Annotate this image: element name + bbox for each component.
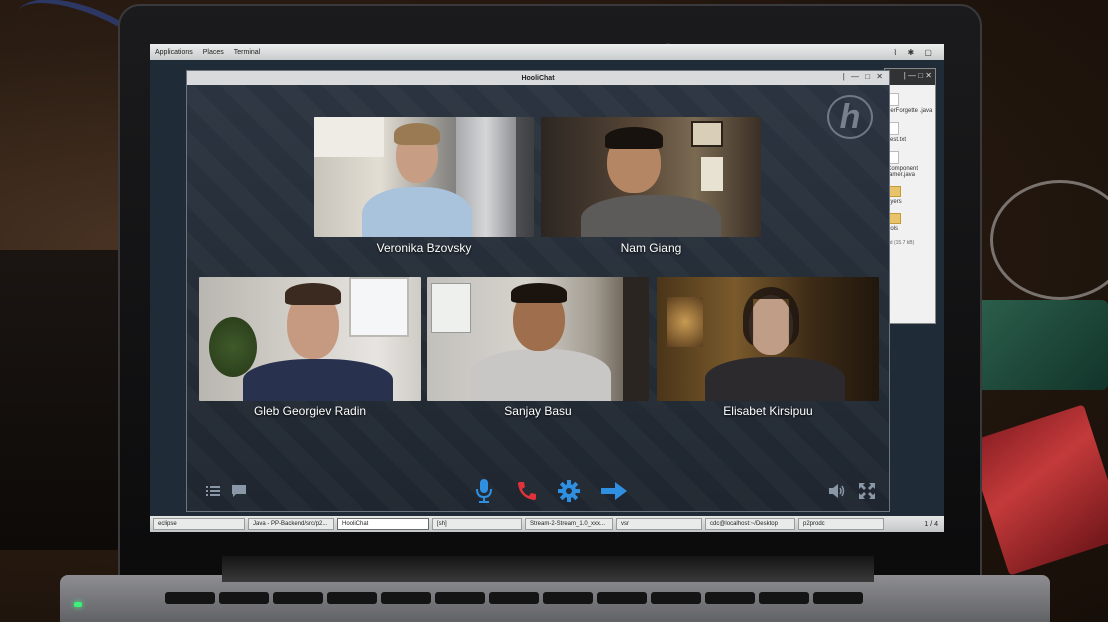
- power-led: [74, 602, 82, 607]
- key: [381, 592, 431, 604]
- taskbar-item[interactable]: vsr: [616, 518, 702, 530]
- file-item[interactable]: derForgette .java: [885, 93, 935, 114]
- file-window-controls[interactable]: | — □ ✕: [885, 69, 935, 85]
- person-body: [581, 195, 721, 237]
- file-item[interactable]: ifest.txt: [885, 122, 935, 143]
- participant-name: Nam Giang: [620, 241, 682, 255]
- hangup-button[interactable]: [513, 477, 541, 505]
- call-controls-bar: [187, 469, 891, 513]
- key: [435, 592, 485, 604]
- key: [597, 592, 647, 604]
- snack-wrapper: [966, 404, 1108, 576]
- folder-name: ools: [887, 226, 899, 232]
- laptop-hinge: [222, 556, 874, 582]
- person-body: [471, 349, 611, 401]
- folder-name: ayers: [887, 199, 902, 205]
- key: [219, 592, 269, 604]
- person-hair: [605, 127, 663, 149]
- video-tile-nam[interactable]: [541, 117, 761, 237]
- person-body: [362, 187, 472, 237]
- microphone-icon: [476, 479, 492, 503]
- keyboard: [165, 592, 945, 622]
- key: [705, 592, 755, 604]
- laptop-screen: Applications Places Terminal ⌇ ✱ ▢ | — □…: [150, 44, 944, 532]
- volume-button[interactable]: [827, 481, 847, 501]
- person-hair: [394, 123, 440, 145]
- fullscreen-button[interactable]: [857, 481, 877, 501]
- hooli-logo: h: [827, 95, 873, 139]
- shelf-light: [667, 297, 703, 347]
- folder-item[interactable]: ools: [885, 213, 935, 232]
- file-name: derForgette .java: [887, 108, 933, 114]
- participant-name: Veronika Bzovsky: [376, 241, 472, 255]
- kitchen-cabinet: [314, 117, 384, 157]
- person-head: [749, 295, 793, 355]
- video-tile-veronika[interactable]: [314, 117, 534, 237]
- person-hair: [285, 283, 341, 305]
- video-tile-elisabet[interactable]: [657, 277, 879, 401]
- taskbar-item[interactable]: eclipse: [153, 518, 245, 530]
- person-body: [243, 359, 393, 401]
- system-tray[interactable]: ⌇ ✱ ▢: [893, 48, 944, 57]
- fullscreen-icon: [859, 483, 875, 499]
- key: [273, 592, 323, 604]
- plant: [209, 317, 257, 377]
- participant-name: Gleb Georgiev Radin: [253, 404, 367, 418]
- list-button[interactable]: [203, 481, 223, 501]
- participant-name: Elisabet Kirsipuu: [723, 404, 813, 418]
- mute-button[interactable]: [471, 477, 497, 505]
- top-panel: Applications Places Terminal ⌇ ✱ ▢: [150, 44, 944, 60]
- taskbar-item[interactable]: [sh]: [432, 518, 522, 530]
- video-tile-sanjay[interactable]: [427, 277, 649, 401]
- window-controls[interactable]: | — □ ✕: [843, 72, 885, 81]
- menu-applications[interactable]: Applications: [150, 49, 198, 56]
- taskbar-item-hoolichat[interactable]: HooliChat: [337, 518, 429, 530]
- key: [813, 592, 863, 604]
- key: [327, 592, 377, 604]
- whiteboard: [431, 283, 471, 333]
- key: [759, 592, 809, 604]
- gear-icon: [558, 480, 580, 502]
- wall-paper: [701, 157, 723, 191]
- taskbar: eclipse Java - PP-Backend/src/p2... Hool…: [150, 516, 944, 532]
- chat-button[interactable]: [229, 481, 249, 501]
- file-name: Component ramer.java: [887, 166, 919, 178]
- file-item[interactable]: Component ramer.java: [885, 151, 935, 178]
- taskbar-item[interactable]: p2prodc: [798, 518, 884, 530]
- speaker-icon: [829, 484, 845, 498]
- person-hair: [511, 283, 567, 303]
- taskbar-item[interactable]: Java - PP-Backend/src/p2...: [248, 518, 334, 530]
- video-tile-gleb[interactable]: [199, 277, 421, 401]
- chat-bubble-icon: [232, 485, 246, 497]
- hoolichat-window[interactable]: HooliChat | — □ ✕ h Veronika Bzovsky Nam…: [186, 70, 890, 512]
- settings-button[interactable]: [555, 477, 583, 505]
- window: [349, 277, 409, 337]
- phone-hangup-icon: [518, 482, 536, 500]
- doorway: [623, 277, 649, 401]
- participant-name: Sanjay Basu: [504, 404, 572, 418]
- menu-places[interactable]: Places: [198, 49, 229, 56]
- folder-item[interactable]: ayers: [885, 186, 935, 205]
- green-device: [975, 300, 1108, 390]
- menu-terminal[interactable]: Terminal: [229, 49, 265, 56]
- hoolichat-titlebar[interactable]: HooliChat | — □ ✕: [187, 71, 889, 85]
- list-icon: [206, 486, 220, 496]
- arrow-right-icon: [601, 482, 627, 500]
- file-window-status: ed (15.7 kB): [887, 240, 915, 246]
- key: [165, 592, 215, 604]
- file-name: ifest.txt: [887, 137, 907, 143]
- key: [543, 592, 593, 604]
- key: [489, 592, 539, 604]
- key: [651, 592, 701, 604]
- wall-poster: [691, 121, 723, 147]
- white-cable: [990, 180, 1108, 300]
- file-manager-window[interactable]: | — □ ✕ derForgette .java ifest.txt Comp…: [884, 68, 936, 324]
- forward-button[interactable]: [599, 477, 629, 505]
- window-title: HooliChat: [521, 74, 555, 82]
- taskbar-item[interactable]: Stream-2-Stream_1.0_xxx...: [525, 518, 613, 530]
- workspace-pager[interactable]: 1 / 4: [924, 521, 938, 528]
- person-body: [705, 357, 845, 401]
- taskbar-item[interactable]: cdc@localhost:~/Desktop: [705, 518, 795, 530]
